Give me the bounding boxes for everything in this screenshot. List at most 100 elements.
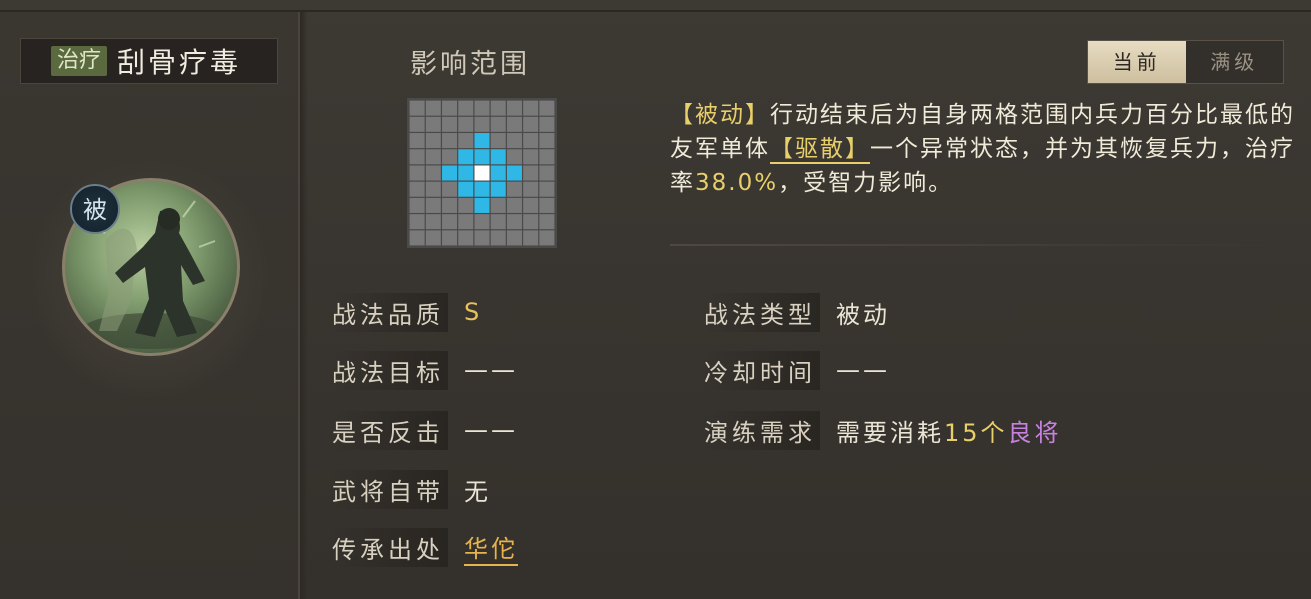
range-cell	[442, 133, 458, 149]
range-cell	[442, 149, 458, 165]
range-cell	[474, 116, 490, 132]
range-grid	[407, 98, 557, 248]
skill-detail-panel: 治疗 刮骨疗毒 被 影响范围 当前 满级 【被动】行动结束后为自身两格范围内兵力…	[0, 0, 1311, 599]
range-cell	[409, 116, 425, 132]
skill-type-badge: 治疗	[51, 46, 108, 76]
range-cell	[539, 149, 555, 165]
range-cell	[458, 100, 474, 116]
range-highlight-cell	[442, 165, 458, 181]
range-cell	[539, 133, 555, 149]
attr-type-label: 战法类型	[704, 292, 820, 332]
range-cell	[425, 133, 441, 149]
range-cell	[523, 181, 539, 197]
attr-innate: 武将自带 无	[332, 469, 491, 509]
panel-divider	[300, 12, 308, 599]
attr-counter-label: 是否反击	[332, 410, 448, 450]
skill-name-tag: 治疗 刮骨疗毒	[20, 38, 278, 84]
attr-quality-label: 战法品质	[332, 292, 448, 332]
range-cell	[523, 133, 539, 149]
range-cell	[425, 181, 441, 197]
range-cell	[490, 214, 506, 230]
range-cell	[506, 100, 522, 116]
desc-text-3: ，受智力影响。	[778, 170, 954, 196]
range-cell	[523, 100, 539, 116]
drill-count: 15个	[944, 418, 1008, 447]
range-cell	[506, 116, 522, 132]
range-highlight-cell	[490, 181, 506, 197]
range-cell	[409, 181, 425, 197]
attr-target-label: 战法目标	[332, 350, 448, 390]
attr-drill: 演练需求 需要消耗15个良将	[704, 410, 1062, 450]
range-cell	[458, 197, 474, 213]
range-cell	[425, 116, 441, 132]
attr-innate-label: 武将自带	[332, 469, 448, 509]
range-highlight-cell	[458, 165, 474, 181]
range-cell	[506, 181, 522, 197]
range-cell	[506, 214, 522, 230]
skill-name: 刮骨疗毒	[117, 46, 242, 79]
range-highlight-cell	[506, 165, 522, 181]
range-cell	[490, 197, 506, 213]
range-cell	[539, 165, 555, 181]
attr-quality-value: S	[464, 298, 483, 326]
skill-description: 【被动】行动结束后为自身两格范围内兵力百分比最低的友军单体【驱散】一个异常状态，…	[670, 98, 1305, 200]
attr-counter-value: ——	[464, 416, 518, 444]
passive-badge: 被	[70, 184, 120, 234]
attr-inherit-label: 传承出处	[332, 527, 448, 567]
range-cell	[425, 230, 441, 246]
range-cell	[458, 116, 474, 132]
level-tabs: 当前 满级	[1087, 40, 1284, 84]
attr-cooldown: 冷却时间 ——	[704, 350, 890, 390]
range-cell	[442, 214, 458, 230]
range-highlight-cell	[458, 149, 474, 165]
range-cell	[425, 100, 441, 116]
range-cell	[425, 214, 441, 230]
attr-cooldown-label: 冷却时间	[704, 350, 820, 390]
drill-prefix: 需要消耗	[836, 418, 944, 447]
range-cell	[409, 100, 425, 116]
range-cell	[539, 197, 555, 213]
range-cell	[506, 197, 522, 213]
range-cell	[523, 214, 539, 230]
attr-inherit-link[interactable]: 华佗	[464, 529, 518, 566]
range-cell	[458, 133, 474, 149]
range-highlight-cell	[474, 133, 490, 149]
range-cell	[539, 100, 555, 116]
range-cell	[539, 230, 555, 246]
range-cell	[442, 181, 458, 197]
range-cell	[409, 133, 425, 149]
range-cell	[490, 133, 506, 149]
range-cell	[523, 149, 539, 165]
attr-target-value: ——	[464, 356, 518, 384]
desc-dispel-link[interactable]: 【驱散】	[770, 136, 870, 164]
range-center-cell	[474, 165, 490, 181]
tab-current[interactable]: 当前	[1088, 41, 1186, 83]
attr-type: 战法类型 被动	[704, 292, 890, 332]
range-cell	[409, 165, 425, 181]
range-highlight-cell	[458, 181, 474, 197]
attr-type-value: 被动	[836, 300, 890, 329]
attr-drill-value: 需要消耗15个良将	[836, 413, 1062, 448]
range-cell	[506, 230, 522, 246]
tab-max-level[interactable]: 满级	[1186, 41, 1284, 83]
range-cell	[409, 230, 425, 246]
range-cell	[425, 149, 441, 165]
range-cell	[523, 165, 539, 181]
range-cell	[523, 197, 539, 213]
range-cell	[539, 181, 555, 197]
range-cell	[539, 116, 555, 132]
range-highlight-cell	[474, 181, 490, 197]
attr-drill-label: 演练需求	[704, 410, 820, 450]
range-cell	[409, 149, 425, 165]
range-cell	[506, 133, 522, 149]
range-cell	[425, 197, 441, 213]
range-highlight-cell	[474, 197, 490, 213]
range-cell	[442, 197, 458, 213]
drill-rarity: 良将	[1007, 418, 1062, 447]
range-cell	[442, 100, 458, 116]
attr-target: 战法目标 ——	[332, 350, 518, 390]
range-cell	[490, 100, 506, 116]
range-cell	[442, 116, 458, 132]
range-cell	[474, 100, 490, 116]
range-cell	[474, 230, 490, 246]
